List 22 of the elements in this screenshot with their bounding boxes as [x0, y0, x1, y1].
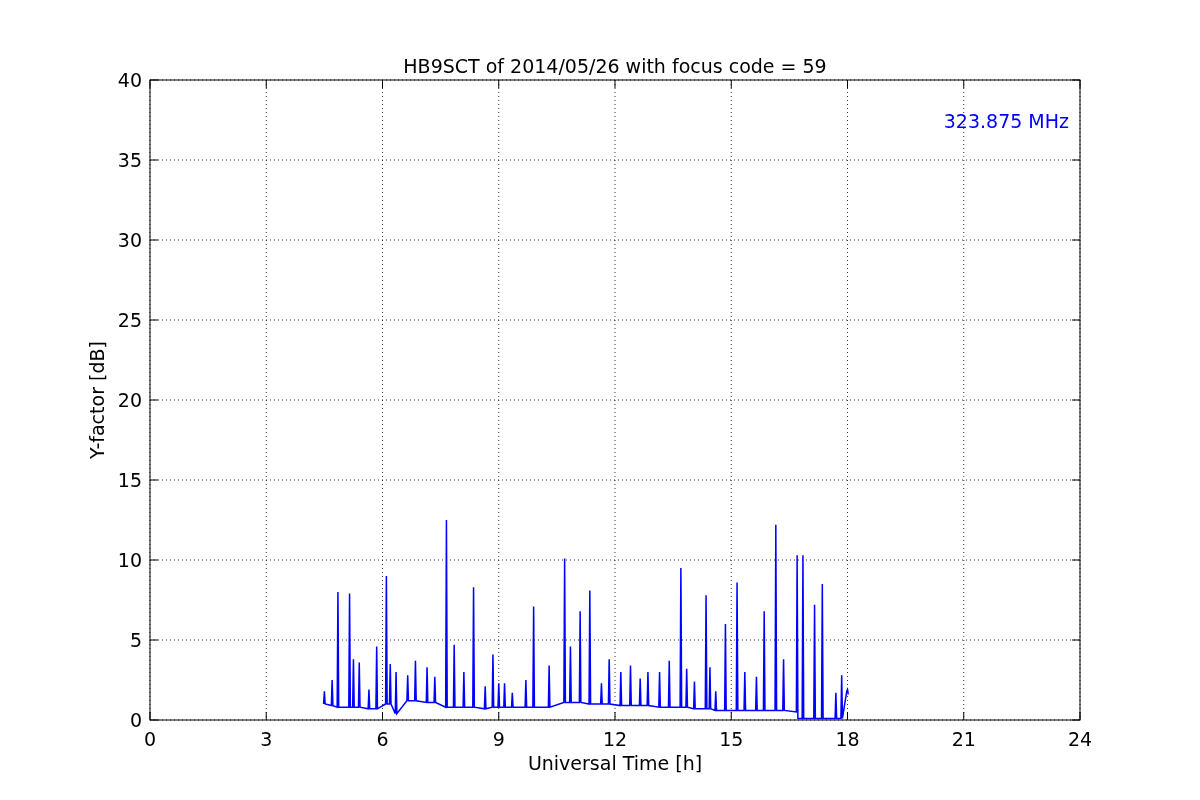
x-tick-label: 9: [492, 728, 505, 750]
x-axis-label: Universal Time [h]: [527, 752, 703, 774]
x-tick-label: 0: [143, 728, 157, 750]
y-tick-label: 40: [117, 69, 142, 91]
chart-title: HB9SCT of 2014/05/26 with focus code = 59: [403, 55, 827, 77]
x-tick-label: 15: [719, 728, 744, 750]
x-tick-label: 18: [835, 728, 860, 750]
y-tick-label: 15: [117, 469, 142, 491]
y-tick-label: 25: [117, 309, 142, 331]
y-tick-label: 35: [117, 149, 142, 171]
x-tick-label: 24: [1067, 728, 1093, 750]
y-tick-label: 5: [129, 629, 142, 651]
x-tick-label: 3: [260, 728, 273, 750]
y-tick-label: 0: [129, 709, 142, 731]
y-tick-label: 30: [117, 229, 142, 251]
series-label: 323.875 MHz: [943, 110, 1069, 132]
y-tick-label: 10: [117, 549, 142, 571]
y-axis-label: Y-factor [dB]: [86, 341, 108, 459]
x-tick-label: 6: [376, 728, 389, 750]
x-tick-label: 12: [602, 728, 628, 750]
x-tick-label: 21: [951, 728, 976, 750]
y-tick-label: 20: [117, 389, 142, 411]
